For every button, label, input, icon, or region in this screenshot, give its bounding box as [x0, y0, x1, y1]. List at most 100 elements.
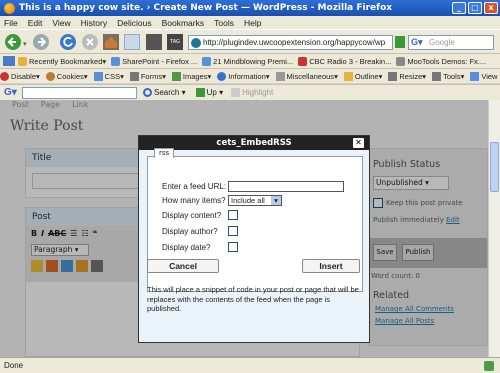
dev-forms[interactable]: Forms ▾	[129, 71, 166, 81]
dev-tools[interactable]: Tools ▾	[432, 71, 464, 81]
scrollbar-thumb[interactable]	[490, 142, 499, 192]
content-row: Display content?	[162, 210, 238, 220]
toolbar-search-field[interactable]	[22, 86, 137, 99]
dev-miscellaneous[interactable]: Miscellaneous ▾	[275, 71, 338, 81]
back-dropdown-icon[interactable]: ▾	[23, 40, 27, 48]
dev-label: Disable	[11, 71, 37, 81]
view-source-icon	[470, 71, 480, 81]
toolbar-search-button[interactable]: Search ▾	[143, 88, 186, 97]
dev-disable[interactable]: Disable ▾	[0, 71, 40, 81]
page-icon	[298, 56, 308, 66]
tab-rss[interactable]: rss	[154, 148, 175, 158]
bookmark-label: Recently Bookmarked	[29, 56, 103, 66]
embed-rss-dialog: cets_EmbedRSS ✕ rss Enter a feed URL: Ho…	[138, 135, 370, 343]
close-window-button[interactable]: x	[484, 2, 498, 14]
dev-label: Tools	[443, 71, 461, 81]
content-label: Display content?	[162, 210, 222, 220]
dev-information[interactable]: Information ▾	[217, 71, 270, 81]
display-content-checkbox[interactable]	[228, 210, 238, 220]
items-select[interactable]: Include all ▾	[228, 195, 282, 206]
bookmark-label: 21 Mindblowing Premi...	[213, 56, 294, 66]
stop-button[interactable]	[82, 34, 98, 50]
search-placeholder: Google	[429, 38, 455, 47]
bookmarks-menu-icon[interactable]	[3, 56, 15, 66]
go-button[interactable]	[395, 36, 405, 48]
date-label: Display date?	[162, 242, 211, 252]
star-folder-icon	[18, 56, 27, 66]
outline-icon	[343, 71, 353, 81]
url-text: http://plugindev.uwcoopextension.org/hap…	[203, 38, 386, 47]
bookmark-sharepoint[interactable]: SharePoint - Firefox ...	[111, 56, 197, 66]
forward-button[interactable]	[33, 34, 49, 50]
dev-view-source[interactable]: View Source▾	[470, 71, 500, 81]
menu-bar: File Edit View History Delicious Bookmar…	[0, 16, 500, 29]
status-text: Done	[4, 361, 24, 370]
menu-file[interactable]: File	[4, 18, 18, 28]
delicious-button[interactable]	[146, 34, 162, 50]
menu-tools[interactable]: Tools	[214, 18, 234, 28]
home-icon	[105, 37, 117, 48]
menu-bookmarks[interactable]: Bookmarks	[162, 18, 205, 28]
resize-icon	[388, 71, 398, 81]
google-toolbar-icon[interactable]: G▾	[4, 87, 17, 98]
status-indicator-icon	[484, 361, 494, 371]
toolbar-up-button[interactable]: Up ▾	[195, 88, 223, 97]
menu-edit[interactable]: Edit	[28, 18, 43, 28]
tag-button[interactable]: TAG	[167, 34, 183, 50]
bookmark-mindblowing[interactable]: 21 Mindblowing Premi...	[202, 56, 294, 66]
date-row: Display date?	[162, 242, 238, 252]
dev-label: Outline	[354, 71, 379, 81]
feed-url-input[interactable]	[228, 181, 344, 192]
close-icon[interactable]: ✕	[353, 138, 364, 148]
navigation-toolbar: ▾ TAG http://plugindev.uwcoopextension.o…	[0, 29, 500, 53]
dev-label: Images	[182, 71, 208, 81]
author-label: Display author?	[162, 226, 218, 236]
menu-view[interactable]: View	[52, 18, 70, 28]
cancel-button[interactable]: Cancel	[147, 259, 219, 273]
page-scrollbar[interactable]	[488, 100, 500, 357]
page-icon	[396, 56, 406, 66]
dialog-title: cets_EmbedRSS	[216, 138, 292, 148]
home-button[interactable]	[103, 34, 119, 50]
page-icon	[202, 56, 212, 66]
back-button[interactable]	[5, 34, 21, 50]
window-titlebar: This is a happy cow site. › Create New P…	[0, 0, 500, 16]
items-label: How many items?	[162, 196, 226, 205]
feed-url-label: Enter a feed URL:	[162, 182, 227, 191]
display-author-checkbox[interactable]	[228, 226, 238, 236]
wordpress-favicon-icon	[191, 38, 201, 48]
dev-label: CSS	[104, 71, 121, 81]
search-input[interactable]: G▾ Google	[408, 35, 494, 50]
dev-images[interactable]: Images ▾	[171, 71, 211, 81]
dev-resize[interactable]: Resize ▾	[388, 71, 426, 81]
dev-css[interactable]: CSS ▾	[93, 71, 124, 81]
reload-button[interactable]	[60, 34, 76, 50]
magnifier-icon	[143, 88, 152, 97]
search-toolbar: G▾ Search ▾ Up ▾ Highlight	[0, 84, 500, 100]
items-row: How many items? Include all ▾	[162, 195, 282, 206]
bookmark-label: MooTools Demos: Fx....	[407, 56, 487, 66]
maximize-button[interactable]: □	[468, 2, 482, 14]
back-arrow-icon	[7, 37, 16, 47]
bookmark-cbc-radio[interactable]: CBC Radio 3 - Breakin...	[298, 56, 391, 66]
images-icon	[171, 71, 181, 81]
tools-icon	[432, 71, 442, 81]
menu-help[interactable]: Help	[244, 18, 261, 28]
css-icon	[93, 71, 103, 81]
dev-outline[interactable]: Outline ▾	[343, 71, 382, 81]
dev-label: Information	[228, 71, 266, 81]
menu-delicious[interactable]: Delicious	[117, 18, 152, 28]
display-date-checkbox[interactable]	[228, 242, 238, 252]
menu-history[interactable]: History	[81, 18, 107, 28]
dev-cookies[interactable]: Cookies ▾	[45, 71, 88, 81]
insert-button[interactable]: Insert	[302, 259, 360, 273]
address-bar[interactable]: http://plugindev.uwcoopextension.org/hap…	[188, 35, 393, 50]
bookmark-recently-bookmarked[interactable]: Recently Bookmarked ▾	[18, 56, 106, 66]
bookmark-page-button[interactable]	[124, 34, 140, 50]
toolbar-highlight-button[interactable]: Highlight	[231, 88, 273, 97]
google-icon: G▾	[411, 37, 423, 47]
minimize-button[interactable]: _	[452, 2, 466, 14]
status-bar: Done	[0, 357, 500, 373]
highlight-label: Highlight	[242, 88, 274, 97]
bookmark-mootools[interactable]: MooTools Demos: Fx....	[396, 56, 487, 66]
